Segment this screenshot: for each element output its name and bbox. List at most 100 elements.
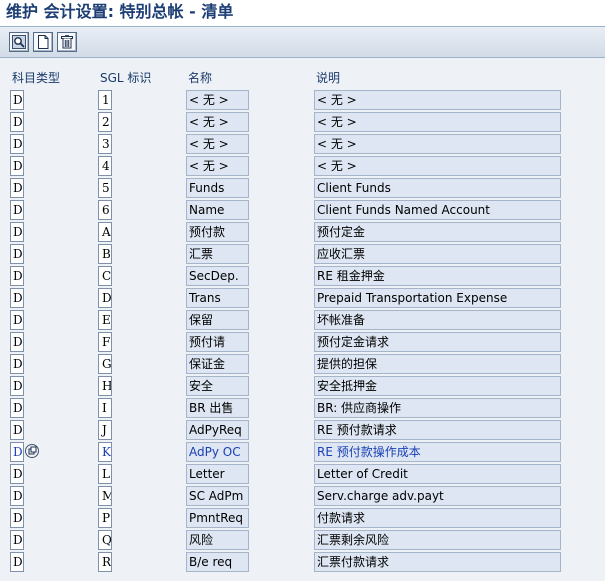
sgl-indicator-cell[interactable]: B bbox=[98, 244, 112, 264]
description-cell[interactable]: Serv.charge adv.payt bbox=[314, 486, 561, 506]
table-row[interactable]: D 3 < 无 > < 无 > bbox=[0, 134, 605, 154]
account-type-cell[interactable]: D bbox=[10, 376, 24, 396]
account-type-cell[interactable]: D bbox=[10, 288, 24, 308]
table-row[interactable]: D 2 < 无 > < 无 > bbox=[0, 112, 605, 132]
description-cell[interactable]: Prepaid Transportation Expense bbox=[314, 288, 561, 308]
sgl-indicator-cell[interactable]: 5 bbox=[98, 178, 112, 198]
description-cell[interactable]: < 无 > bbox=[314, 156, 561, 176]
description-cell[interactable]: RE 预付款操作成本 bbox=[314, 442, 561, 462]
account-type-cell[interactable]: D bbox=[10, 552, 24, 572]
sgl-indicator-cell[interactable]: 4 bbox=[98, 156, 112, 176]
sgl-indicator-cell[interactable]: Q bbox=[98, 530, 112, 550]
description-cell[interactable]: RE 租金押金 bbox=[314, 266, 561, 286]
name-cell[interactable]: 风险 bbox=[186, 530, 249, 550]
new-entries-button[interactable] bbox=[33, 32, 53, 52]
sgl-indicator-cell[interactable]: P bbox=[98, 508, 112, 528]
account-type-cell[interactable]: D bbox=[10, 244, 24, 264]
description-cell[interactable]: < 无 > bbox=[314, 134, 561, 154]
name-cell[interactable]: Funds bbox=[186, 178, 249, 198]
account-type-cell[interactable]: D bbox=[10, 134, 24, 154]
account-type-cell[interactable]: D bbox=[10, 266, 24, 286]
name-cell[interactable]: AdPy OC bbox=[186, 442, 249, 462]
description-cell[interactable]: < 无 > bbox=[314, 112, 561, 132]
table-row[interactable]: D 4 < 无 > < 无 > bbox=[0, 156, 605, 176]
name-cell[interactable]: AdPyReq bbox=[186, 420, 249, 440]
name-cell[interactable]: SC AdPm bbox=[186, 486, 249, 506]
name-cell[interactable]: 预付请 bbox=[186, 332, 249, 352]
name-cell[interactable]: SecDep. bbox=[186, 266, 249, 286]
account-type-cell[interactable]: D bbox=[10, 508, 24, 528]
table-row[interactable]: D K AdPy OC RE 预付款操作成本 bbox=[0, 442, 605, 462]
description-cell[interactable]: 坏帐准备 bbox=[314, 310, 561, 330]
account-type-cell[interactable]: D bbox=[10, 420, 24, 440]
description-cell[interactable]: 预付定金 bbox=[314, 222, 561, 242]
name-cell[interactable]: < 无 > bbox=[186, 156, 249, 176]
name-cell[interactable]: B/e req bbox=[186, 552, 249, 572]
description-cell[interactable]: 汇票付款请求 bbox=[314, 552, 561, 572]
description-cell[interactable]: 应收汇票 bbox=[314, 244, 561, 264]
description-cell[interactable]: Letter of Credit bbox=[314, 464, 561, 484]
account-type-cell[interactable]: D bbox=[10, 112, 24, 132]
name-cell[interactable]: 汇票 bbox=[186, 244, 249, 264]
description-cell[interactable]: 提供的担保 bbox=[314, 354, 561, 374]
name-cell[interactable]: < 无 > bbox=[186, 90, 249, 110]
description-cell[interactable]: BR: 供应商操作 bbox=[314, 398, 561, 418]
account-type-cell[interactable]: D bbox=[10, 442, 24, 462]
account-type-cell[interactable]: D bbox=[10, 464, 24, 484]
sgl-indicator-cell[interactable]: L bbox=[98, 464, 112, 484]
sgl-indicator-cell[interactable]: 6 bbox=[98, 200, 112, 220]
table-row[interactable]: D H 安全 安全抵押金 bbox=[0, 376, 605, 396]
description-cell[interactable]: < 无 > bbox=[314, 90, 561, 110]
description-cell[interactable]: 安全抵押金 bbox=[314, 376, 561, 396]
sgl-indicator-cell[interactable]: A bbox=[98, 222, 112, 242]
account-type-cell[interactable]: D bbox=[10, 486, 24, 506]
account-type-cell[interactable]: D bbox=[10, 332, 24, 352]
sgl-indicator-cell[interactable]: 3 bbox=[98, 134, 112, 154]
table-row[interactable]: D G 保证金 提供的担保 bbox=[0, 354, 605, 374]
account-type-cell[interactable]: D bbox=[10, 354, 24, 374]
sgl-indicator-cell[interactable]: E bbox=[98, 310, 112, 330]
table-row[interactable]: D J AdPyReq RE 预付款请求 bbox=[0, 420, 605, 440]
description-cell[interactable]: 预付定金请求 bbox=[314, 332, 561, 352]
account-type-cell[interactable]: D bbox=[10, 310, 24, 330]
table-row[interactable]: D E 保留 坏帐准备 bbox=[0, 310, 605, 330]
table-row[interactable]: D D Trans Prepaid Transportation Expense bbox=[0, 288, 605, 308]
account-type-cell[interactable]: D bbox=[10, 222, 24, 242]
account-type-cell[interactable]: D bbox=[10, 200, 24, 220]
sgl-indicator-cell[interactable]: D bbox=[98, 288, 112, 308]
sgl-indicator-cell[interactable]: J bbox=[98, 420, 112, 440]
table-row[interactable]: D 6 Name Client Funds Named Account bbox=[0, 200, 605, 220]
name-cell[interactable]: 安全 bbox=[186, 376, 249, 396]
name-cell[interactable]: 预付款 bbox=[186, 222, 249, 242]
sgl-indicator-cell[interactable]: G bbox=[98, 354, 112, 374]
account-type-cell[interactable]: D bbox=[10, 178, 24, 198]
name-cell[interactable]: < 无 > bbox=[186, 112, 249, 132]
sgl-indicator-cell[interactable]: 2 bbox=[98, 112, 112, 132]
sgl-indicator-cell[interactable]: R bbox=[98, 552, 112, 572]
table-row[interactable]: D P PmntReq 付款请求 bbox=[0, 508, 605, 528]
name-cell[interactable]: Trans bbox=[186, 288, 249, 308]
description-cell[interactable]: 汇票剩余风险 bbox=[314, 530, 561, 550]
table-row[interactable]: D C SecDep. RE 租金押金 bbox=[0, 266, 605, 286]
table-row[interactable]: D I BR 出售 BR: 供应商操作 bbox=[0, 398, 605, 418]
table-row[interactable]: D B 汇票 应收汇票 bbox=[0, 244, 605, 264]
name-cell[interactable]: PmntReq bbox=[186, 508, 249, 528]
sgl-indicator-cell[interactable]: C bbox=[98, 266, 112, 286]
account-type-cell[interactable]: D bbox=[10, 398, 24, 418]
name-cell[interactable]: Name bbox=[186, 200, 249, 220]
sgl-indicator-cell[interactable]: I bbox=[98, 398, 112, 418]
sgl-indicator-cell[interactable]: M bbox=[98, 486, 112, 506]
name-cell[interactable]: 保留 bbox=[186, 310, 249, 330]
description-cell[interactable]: Client Funds bbox=[314, 178, 561, 198]
table-row[interactable]: D M SC AdPm Serv.charge adv.payt bbox=[0, 486, 605, 506]
delete-button[interactable] bbox=[57, 32, 77, 52]
description-cell[interactable]: Client Funds Named Account bbox=[314, 200, 561, 220]
name-cell[interactable]: < 无 > bbox=[186, 134, 249, 154]
table-row[interactable]: D Q 风险 汇票剩余风险 bbox=[0, 530, 605, 550]
table-row[interactable]: D F 预付请 预付定金请求 bbox=[0, 332, 605, 352]
name-cell[interactable]: Letter bbox=[186, 464, 249, 484]
account-type-cell[interactable]: D bbox=[10, 156, 24, 176]
name-cell[interactable]: BR 出售 bbox=[186, 398, 249, 418]
sgl-indicator-cell[interactable]: 1 bbox=[98, 90, 112, 110]
description-cell[interactable]: 付款请求 bbox=[314, 508, 561, 528]
